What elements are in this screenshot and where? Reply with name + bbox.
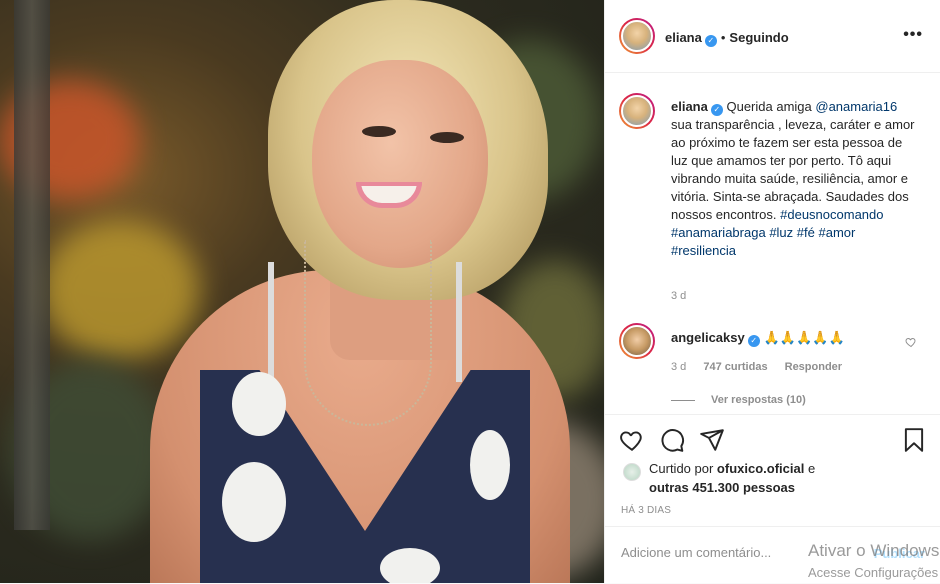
hashtag-link[interactable]: #deusnocomando [780, 207, 883, 222]
post-time-ago[interactable]: HÁ 3 DIAS [621, 505, 671, 516]
person-eye [362, 126, 396, 137]
background-blob [40, 220, 200, 360]
author-username[interactable]: eliana [665, 30, 702, 45]
hashtag-link[interactable]: #luz [769, 225, 793, 240]
dress-flower [222, 462, 286, 542]
reply-button[interactable]: Responder [785, 361, 842, 373]
comment-age[interactable]: 3 d [671, 361, 686, 373]
post-actions: Curtido por ofuxico.oficial e outras 451… [605, 414, 940, 526]
dress-flower [380, 548, 440, 583]
likes-others-button[interactable]: outras 451.300 pessoas [649, 480, 795, 495]
hashtag-link[interactable]: #resiliencia [671, 243, 736, 258]
separator-dot: • [720, 30, 726, 45]
post-side-panel: eliana ✓ • Seguindo ••• eliana ✓ Querida ami… [604, 0, 940, 583]
watermark-line1: Ativar o Windows [808, 541, 940, 560]
header-user-line: eliana ✓ • Seguindo [665, 30, 789, 47]
comment-text: 🙏🙏🙏🙏🙏 [763, 330, 845, 345]
comments-section: eliana ✓ Querida amiga @anamaria16 sua tr… [605, 74, 940, 414]
watermark-line2: Acesse Configurações [808, 565, 939, 580]
likes-prefix: Curtido por [649, 461, 717, 476]
likes-conj: e [804, 461, 816, 476]
post-photo[interactable] [0, 0, 604, 583]
dress-strap [268, 262, 274, 382]
hashtag-link[interactable]: #fé [797, 225, 815, 240]
comment-likes-count[interactable]: 747 curtidas [703, 361, 767, 373]
comment-input[interactable] [621, 545, 811, 560]
comment-meta: 3 d 747 curtidas Responder [671, 361, 856, 373]
caption-author-avatar[interactable] [619, 93, 655, 129]
background-pillar [14, 0, 50, 530]
like-heart-icon[interactable] [619, 427, 645, 453]
post-header: eliana ✓ • Seguindo ••• [605, 0, 940, 73]
following-button[interactable]: Seguindo [729, 30, 788, 45]
person-eye [430, 132, 464, 143]
commenter-username[interactable]: angelicaksy [671, 330, 745, 345]
verified-badge-icon: ✓ [710, 104, 723, 116]
caption-text-start: Querida amiga [726, 99, 816, 114]
hashtag-link[interactable]: #amor [819, 225, 856, 240]
share-send-icon[interactable] [699, 427, 725, 453]
replies-line [671, 399, 695, 401]
more-options-icon[interactable]: ••• [903, 26, 923, 44]
view-replies-label: Ver respostas (10) [711, 394, 806, 406]
windows-activation-watermark: Ativar o Windows Acesse Configurações [808, 540, 939, 584]
caption-author-username[interactable]: eliana [671, 99, 708, 114]
person-face [312, 60, 488, 268]
dress-flower [470, 430, 510, 500]
save-bookmark-icon[interactable] [901, 427, 927, 453]
likes-summary: Curtido por ofuxico.oficial e outras 451… [649, 459, 815, 497]
liker-username[interactable]: ofuxico.oficial [717, 461, 804, 476]
hashtag-link[interactable]: #anamariabraga [671, 225, 766, 240]
view-replies-button[interactable]: Ver respostas (10) [671, 394, 806, 406]
verified-badge-icon: ✓ [704, 35, 717, 47]
dress-flower [232, 372, 286, 436]
post-caption: eliana ✓ Querida amiga @anamaria16 sua tr… [671, 98, 921, 260]
verified-badge-icon: ✓ [747, 335, 760, 347]
liker-avatar[interactable] [623, 463, 641, 481]
comment-line: angelicaksy ✓ 🙏🙏🙏🙏🙏 [671, 330, 845, 347]
author-avatar[interactable] [619, 18, 655, 54]
dress-strap [456, 262, 462, 382]
commenter-avatar[interactable] [619, 323, 655, 359]
like-comment-heart-icon[interactable] [905, 336, 917, 348]
necklace [304, 240, 432, 426]
comment-bubble-icon[interactable] [659, 427, 685, 453]
mention-link[interactable]: @anamaria16 [815, 99, 897, 114]
caption-age[interactable]: 3 d [671, 290, 686, 302]
instagram-post-window: eliana ✓ • Seguindo ••• eliana ✓ Querida ami… [0, 0, 940, 583]
